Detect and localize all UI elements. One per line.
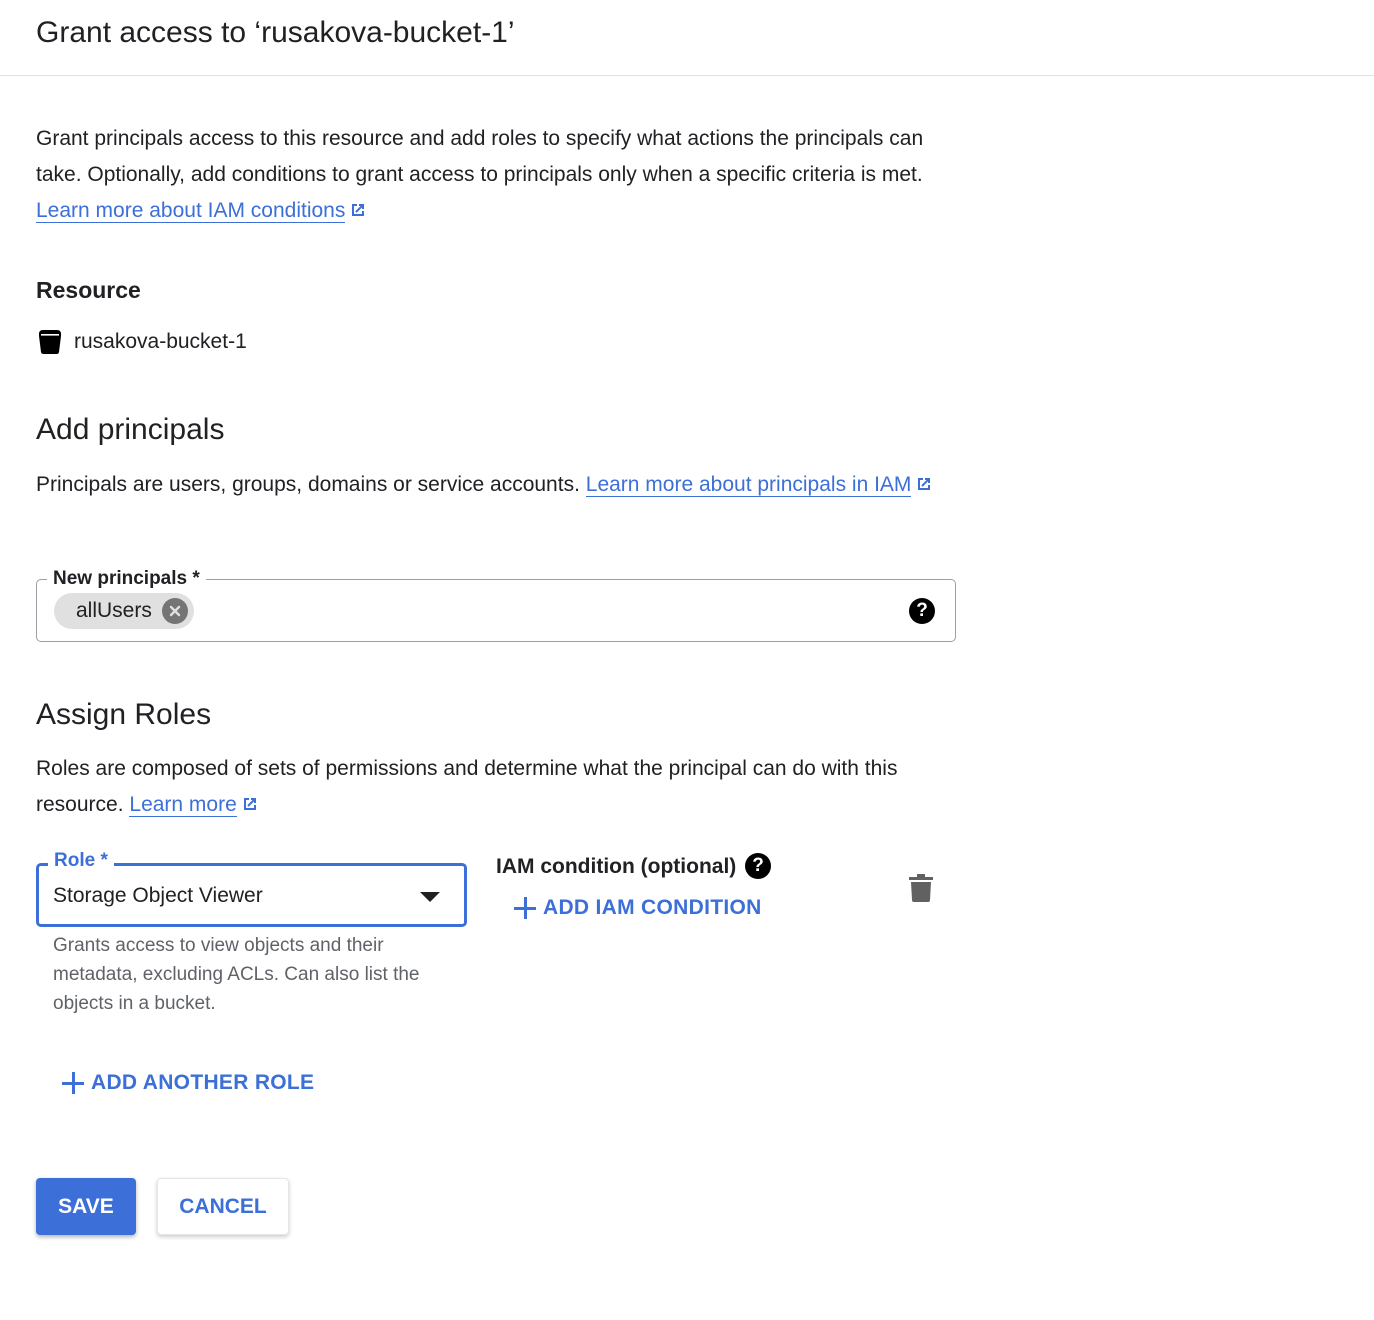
chip-label: allUsers xyxy=(76,599,152,622)
role-select[interactable]: Role * Storage Object Viewer xyxy=(36,849,467,927)
roles-learn-more-link[interactable]: Learn more xyxy=(129,793,237,817)
principals-description-text: Principals are users, groups, domains or… xyxy=(36,473,580,496)
external-link-icon xyxy=(243,798,256,810)
trash-icon[interactable] xyxy=(909,874,933,902)
role-selected-value: Storage Object Viewer xyxy=(53,884,263,907)
external-link-icon xyxy=(352,204,365,216)
assign-roles-description: Roles are composed of sets of permission… xyxy=(36,751,956,823)
dropdown-arrow-icon xyxy=(420,892,440,902)
principals-learn-more-link[interactable]: Learn more about principals in IAM xyxy=(585,473,912,497)
external-link-icon xyxy=(918,478,931,490)
add-principals-description: Principals are users, groups, domains or… xyxy=(36,467,956,503)
add-iam-condition-button[interactable]: ADD IAM CONDITION xyxy=(514,891,762,925)
intro-text: Grant principals access to this resource… xyxy=(36,127,924,186)
role-helper-text: Grants access to view objects and their … xyxy=(53,935,420,1014)
page-title: Grant access to ‘rusakova-bucket-1’ xyxy=(36,16,515,49)
plus-icon xyxy=(514,897,536,919)
resource-label: Resource xyxy=(36,277,141,303)
iam-condition-help-icon[interactable]: ? xyxy=(745,853,771,879)
new-principals-input[interactable]: New principals * allUsers ? xyxy=(36,567,956,642)
add-another-role-button[interactable]: ADD ANOTHER ROLE xyxy=(62,1066,314,1100)
principal-chip[interactable]: allUsers xyxy=(54,593,194,629)
add-principals-title: Add principals xyxy=(36,413,225,446)
help-icon[interactable]: ? xyxy=(909,598,935,624)
add-another-role-label: ADD ANOTHER ROLE xyxy=(91,1071,315,1094)
add-iam-condition-label: ADD IAM CONDITION xyxy=(543,896,762,919)
cancel-button[interactable]: CANCEL xyxy=(157,1178,289,1235)
resource-row: rusakova-bucket-1 xyxy=(36,326,247,358)
save-button[interactable]: SAVE xyxy=(36,1178,136,1235)
iam-conditions-link[interactable]: Learn more about IAM conditions xyxy=(36,199,346,223)
plus-icon xyxy=(62,1072,84,1094)
bucket-icon xyxy=(39,330,61,354)
assign-roles-title: Assign Roles xyxy=(36,698,212,731)
iam-condition-label-text: IAM condition (optional) xyxy=(496,855,737,878)
iam-condition-label: IAM condition (optional) xyxy=(496,852,736,882)
role-label: Role * xyxy=(48,849,114,873)
resource-name: rusakova-bucket-1 xyxy=(74,330,247,353)
intro-paragraph: Grant principals access to this resource… xyxy=(36,121,956,229)
chip-remove-icon[interactable] xyxy=(161,598,188,624)
new-principals-label: New principals * xyxy=(47,567,206,591)
dialog-header: Grant access to ‘rusakova-bucket-1’ xyxy=(0,0,1374,76)
